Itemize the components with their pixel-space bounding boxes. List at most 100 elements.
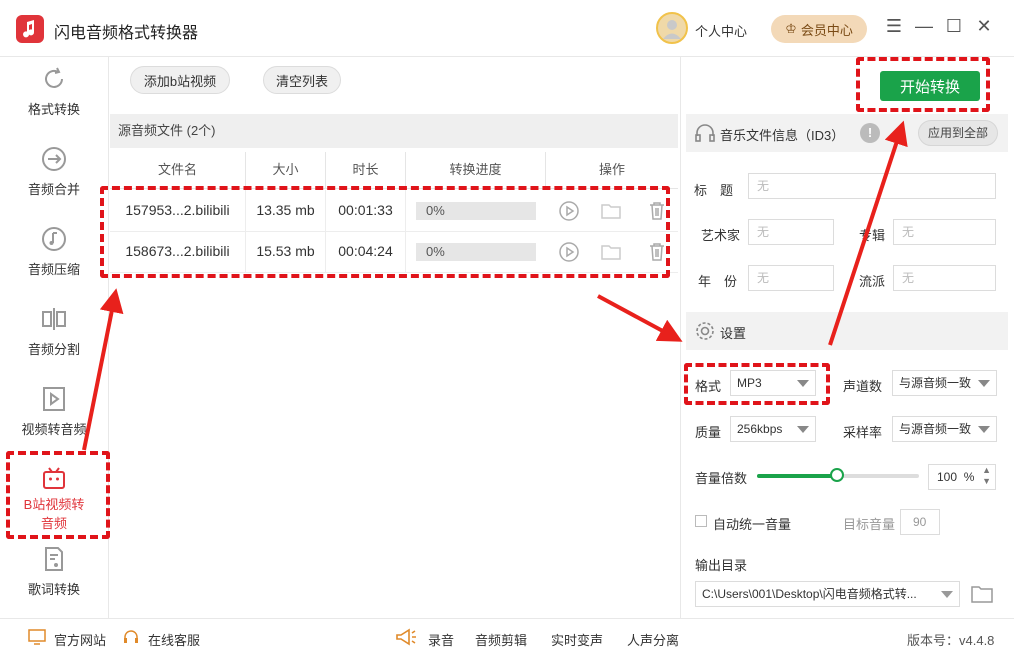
quality-value: 256kbps [737, 422, 783, 436]
title-label: 标 题 [694, 183, 734, 198]
official-website-link[interactable]: 官方网站 [54, 630, 106, 649]
chevron-down-icon [978, 426, 990, 433]
channel-label: 声道数 [843, 379, 883, 394]
merge-icon [42, 147, 66, 171]
video-icon [43, 387, 65, 411]
channel-value: 与源音频一致 [899, 376, 972, 390]
online-service-link[interactable]: 在线客服 [148, 630, 200, 649]
volume-value: 100 [937, 470, 958, 484]
annotation-files-box [100, 186, 670, 278]
apply-to-all-button[interactable]: 应用到全部 [918, 120, 998, 146]
settings-title: 设置 [720, 326, 747, 341]
samplerate-label: 采样率 [843, 425, 883, 440]
menu-icon[interactable]: ☰ [884, 16, 904, 37]
channel-select[interactable]: 与源音频一致 [892, 370, 997, 396]
target-volume-label: 目标音量 [843, 517, 896, 532]
minimize-icon[interactable]: — [914, 16, 934, 37]
headset-icon [124, 630, 138, 643]
stepper-arrows-icon[interactable]: ▲ ▼ [982, 465, 991, 487]
user-center-link[interactable]: 个人中心 [695, 21, 747, 40]
app-title: 闪电音频格式转换器 [54, 25, 199, 42]
auto-volume-checkbox[interactable] [695, 515, 707, 527]
col-progress: 转换进度 [406, 152, 546, 188]
album-field[interactable]: 无 [893, 219, 996, 245]
sidebar-item-label: 音频压缩 [27, 262, 80, 277]
id3-section-header: 音乐文件信息（ID3） ! 应用到全部 [686, 114, 1008, 152]
col-actions: 操作 [598, 162, 625, 177]
genre-label: 流派 [859, 274, 886, 289]
genre-field[interactable]: 无 [893, 265, 996, 291]
col-size: 大小 [246, 152, 326, 188]
file-list-header: 源音频文件 (2个) [110, 114, 678, 148]
split-icon [42, 308, 66, 330]
chevron-down-icon [797, 426, 809, 433]
sidebar-item-label: 音频分割 [27, 342, 80, 357]
annotation-start-box [856, 57, 990, 112]
sidebar-item-label: 音频合并 [27, 182, 80, 197]
refresh-icon [45, 67, 63, 88]
file-table-header: 文件名 大小 时长 转换进度 操作 [110, 152, 678, 189]
volume-slider-fill [757, 474, 838, 478]
target-volume-field[interactable]: 90 [900, 509, 940, 535]
settings-section-header: 设置 [686, 312, 1008, 350]
avatar[interactable] [656, 12, 688, 44]
app-logo-icon [16, 15, 44, 43]
megaphone-icon [396, 628, 416, 646]
volume-slider[interactable] [757, 468, 919, 482]
close-icon[interactable]: ✕ [974, 16, 994, 37]
artist-label: 艺术家 [701, 228, 741, 243]
sidebar-item-lyrics-convert[interactable]: 歌词转换 [0, 545, 108, 598]
volume-unit: % [963, 470, 975, 484]
annotation-format-box [684, 363, 830, 405]
vip-center-label: 会员中心 [800, 22, 853, 38]
sidebar-item-audio-split[interactable]: 音频分割 [0, 305, 108, 358]
samplerate-value: 与源音频一致 [899, 422, 972, 436]
year-label: 年 份 [698, 274, 738, 289]
crown-icon: ♔ [785, 21, 797, 36]
artist-field[interactable]: 无 [748, 219, 834, 245]
clear-list-button[interactable]: 清空列表 [263, 66, 341, 94]
sidebar-item-label: 歌词转换 [27, 582, 80, 597]
gear-icon [696, 322, 714, 340]
record-link[interactable]: 录音 [428, 630, 454, 649]
version-text: 版本号：v4.4.8 [907, 633, 995, 648]
id3-title: 音乐文件信息（ID3） [720, 128, 845, 143]
maximize-icon[interactable]: ☐ [944, 16, 964, 37]
album-label: 专辑 [859, 228, 886, 243]
sidebar-item-audio-merge[interactable]: 音频合并 [0, 145, 108, 198]
folder-icon[interactable] [970, 583, 994, 605]
year-field[interactable]: 无 [748, 265, 834, 291]
chevron-down-icon [978, 380, 990, 387]
realtime-voice-link[interactable]: 实时变声 [551, 630, 603, 649]
title-field[interactable]: 无 [748, 173, 996, 199]
vip-center-button[interactable]: ♔ 会员中心 [771, 15, 867, 43]
volume-label: 音量倍数 [695, 471, 748, 486]
sidebar-item-audio-compress[interactable]: 音频压缩 [0, 225, 108, 278]
vocal-separate-link[interactable]: 人声分离 [627, 630, 679, 649]
audio-edit-link[interactable]: 音频剪辑 [475, 630, 527, 649]
info-icon[interactable]: ! [860, 123, 880, 143]
sidebar-item-video-to-audio[interactable]: 视频转音频 [0, 385, 108, 438]
sidebar-item-label: 视频转音频 [21, 422, 87, 437]
output-dir-select[interactable]: C:\Users\001\Desktop\闪电音频格式转... [695, 581, 960, 607]
output-dir-value: C:\Users\001\Desktop\闪电音频格式转... [702, 587, 917, 601]
volume-slider-thumb[interactable] [830, 468, 844, 482]
headphones-icon [695, 124, 715, 142]
quality-label: 质量 [695, 425, 722, 440]
sidebar-item-format-convert[interactable]: 格式转换 [0, 65, 108, 118]
col-filename: 文件名 [110, 152, 246, 188]
annotation-sidebar-box [6, 451, 110, 539]
music-note-icon [42, 227, 66, 251]
col-duration: 时长 [326, 152, 406, 188]
panel-divider [680, 57, 681, 618]
samplerate-select[interactable]: 与源音频一致 [892, 416, 997, 442]
arrow-files-to-format [597, 294, 683, 342]
quality-select[interactable]: 256kbps [730, 416, 816, 442]
add-bilibili-video-button[interactable]: 添加b站视频 [130, 66, 230, 94]
sidebar-item-label: 格式转换 [27, 102, 80, 117]
output-dir-label: 输出目录 [695, 558, 748, 573]
chevron-down-icon [941, 591, 953, 598]
monitor-icon [28, 629, 46, 645]
lyrics-doc-icon [45, 547, 63, 571]
volume-stepper[interactable]: 100 % ▲ ▼ [928, 464, 996, 490]
